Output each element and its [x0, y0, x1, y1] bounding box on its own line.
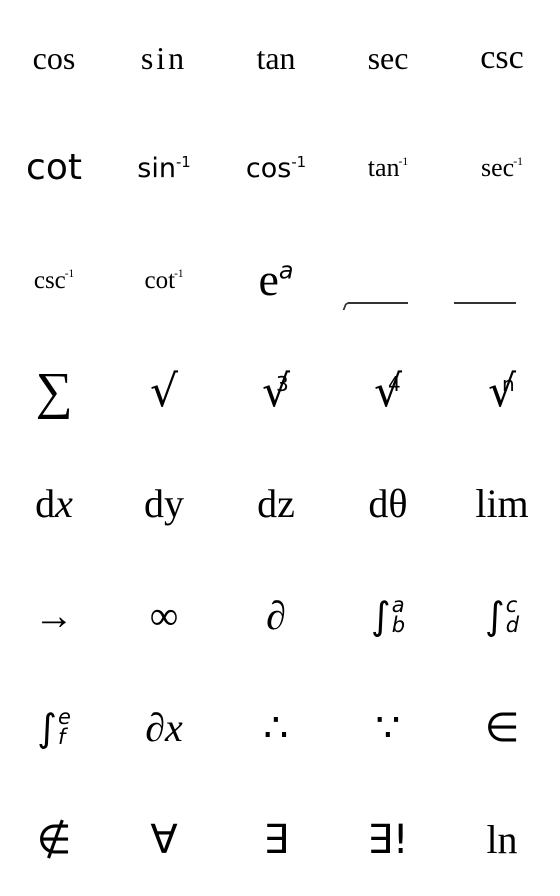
symbol-overline[interactable] [444, 224, 560, 336]
symbol-because[interactable]: ∵ [332, 672, 444, 784]
math-symbol-palette: cos sin tan sec csc cot sin-1 cos-1 tan-… [0, 0, 560, 896]
therefore-icon: ∴ [263, 705, 289, 751]
symbol-element-of[interactable]: ∈ [444, 672, 560, 784]
symbol-cos[interactable]: cos [0, 0, 108, 112]
partial-icon: ∂ [145, 705, 165, 750]
lower-limit: f [57, 725, 66, 749]
exists-unique-icon: ∃! [367, 817, 409, 863]
partial-icon: ∂ [266, 593, 286, 638]
symbol-for-all[interactable]: ∀ [108, 784, 220, 896]
symbol-base: tan [367, 153, 400, 182]
symbol-arrow[interactable]: → [0, 560, 108, 672]
symbol-integral-ef[interactable]: ∫ e f [0, 672, 108, 784]
symbol-superscript: a [278, 256, 294, 285]
integral-icon: ∫ [370, 594, 391, 638]
symbol-label: cos [32, 40, 76, 76]
symbol-not-element-of[interactable]: ∉ [0, 784, 108, 896]
symbol-overline-hook[interactable] [332, 224, 444, 336]
symbol-label: sec [367, 40, 409, 76]
symbol-partial-x[interactable]: ∂x [108, 672, 220, 784]
exists-icon: ∃ [263, 817, 289, 863]
symbol-sec[interactable]: sec [332, 0, 444, 112]
symbol-arccot[interactable]: cot-1 [108, 224, 220, 336]
symbol-d: d [35, 481, 56, 526]
symbol-label: dθ [368, 481, 408, 526]
symbol-tan[interactable]: tan [220, 0, 332, 112]
integral-icon: ∫ [37, 706, 57, 750]
symbol-base: cos [245, 152, 292, 184]
symbol-base: e [258, 254, 279, 305]
lower-limit: d [505, 613, 520, 637]
symbol-var: x [165, 705, 183, 750]
symbol-fourth-root[interactable]: 4 √ [332, 336, 444, 448]
symbol-arcsec[interactable]: sec-1 [444, 112, 560, 224]
because-icon: ∵ [375, 705, 401, 751]
symbol-integral-cd[interactable]: ∫ c d [444, 560, 560, 672]
root-index: 3 [275, 372, 289, 396]
symbol-label: tan [256, 40, 296, 76]
symbol-exponential[interactable]: ea [220, 224, 332, 336]
radical-icon: √ [149, 366, 179, 417]
overline-icon [454, 302, 516, 304]
symbol-superscript: -1 [513, 155, 523, 169]
symbol-cot[interactable]: cot [0, 112, 108, 224]
symbol-dx[interactable]: dx [0, 448, 108, 560]
symbol-superscript: -1 [174, 268, 184, 281]
symbol-infinity[interactable]: ∞ [108, 560, 220, 672]
symbol-base: cot [144, 266, 176, 294]
root-index: 4 [387, 372, 401, 396]
symbol-nth-root[interactable]: n √ [444, 336, 560, 448]
lower-limit: b [391, 613, 406, 637]
symbol-integral-ab[interactable]: ∫ a b [332, 560, 444, 672]
symbol-arcsin[interactable]: sin-1 [108, 112, 220, 224]
element-of-icon: ∈ [484, 705, 520, 751]
symbol-var: x [55, 481, 73, 526]
symbol-cube-root[interactable]: 3 √ [220, 336, 332, 448]
symbol-exists[interactable]: ∃ [220, 784, 332, 896]
symbol-superscript: -1 [291, 152, 307, 171]
symbol-dtheta[interactable]: dθ [332, 448, 444, 560]
symbol-base: sin [137, 152, 176, 184]
symbol-base: csc [33, 266, 66, 294]
symbol-square-root[interactable]: √ [108, 336, 220, 448]
symbol-label: lim [475, 481, 529, 526]
symbol-superscript: -1 [398, 155, 409, 169]
symbol-dy[interactable]: dy [108, 448, 220, 560]
symbol-base: sec [481, 153, 515, 182]
overline-icon [348, 302, 408, 304]
symbol-therefore[interactable]: ∴ [220, 672, 332, 784]
symbol-label: sin [140, 40, 188, 76]
symbol-summation[interactable]: ∑ [0, 336, 108, 448]
for-all-icon: ∀ [150, 817, 178, 863]
symbol-label: ln [486, 817, 518, 862]
symbol-sin[interactable]: sin [108, 0, 220, 112]
symbol-arccos[interactable]: cos-1 [220, 112, 332, 224]
integral-icon: ∫ [484, 594, 505, 638]
not-element-of-icon: ∉ [36, 817, 72, 863]
symbol-superscript: -1 [64, 268, 75, 281]
symbol-superscript: -1 [175, 152, 191, 171]
symbol-arctan[interactable]: tan-1 [332, 112, 444, 224]
symbol-dz[interactable]: dz [220, 448, 332, 560]
right-arrow-icon: → [34, 593, 74, 638]
symbol-label: dz [257, 481, 295, 526]
symbol-label: dy [144, 481, 184, 526]
symbol-partial[interactable]: ∂ [220, 560, 332, 672]
symbol-label: cot [26, 147, 82, 188]
symbol-label: csc [480, 39, 524, 76]
symbol-arccsc[interactable]: csc-1 [0, 224, 108, 336]
infinity-icon: ∞ [149, 593, 179, 638]
symbol-natural-log[interactable]: ln [444, 784, 560, 896]
symbol-limit[interactable]: lim [444, 448, 560, 560]
symbol-exists-unique[interactable]: ∃! [332, 784, 444, 896]
sigma-icon: ∑ [35, 363, 73, 420]
root-index: n [501, 372, 515, 396]
symbol-csc[interactable]: csc [444, 0, 560, 112]
